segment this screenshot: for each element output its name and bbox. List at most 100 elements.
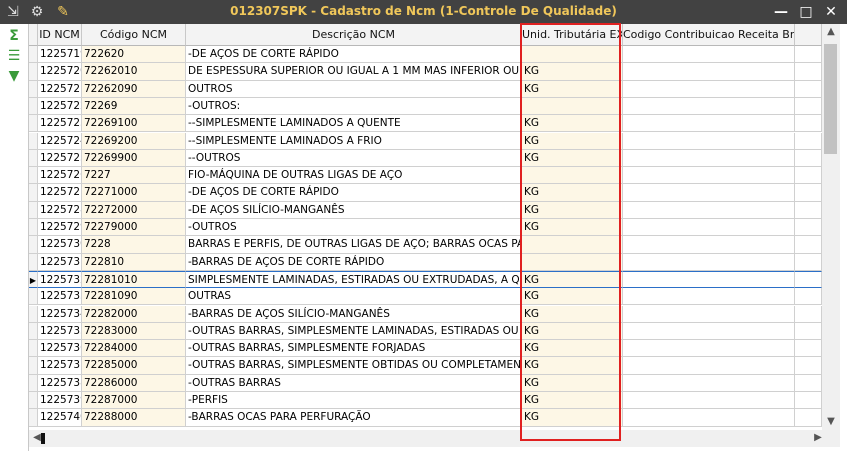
cell-id-ncm[interactable]: 1225735	[38, 322, 82, 341]
row-indicator[interactable]	[29, 322, 38, 341]
table-row[interactable]: 122572772271000-DE AÇOS DE CORTE RÁPIDOK…	[29, 184, 822, 202]
table-row[interactable]: 122572472269200--SIMPLESMENTE LAMINADOS …	[29, 132, 822, 150]
cell-codigo-contribuicao[interactable]	[623, 167, 795, 185]
row-indicator[interactable]	[29, 253, 38, 271]
cell-extra[interactable]	[795, 97, 822, 116]
cell-id-ncm[interactable]: 1225733	[38, 288, 82, 306]
cell-descricao-ncm[interactable]: -OUTRAS BARRAS, SIMPLESMENTE OBTIDAS OU …	[186, 357, 522, 375]
vertical-scroll-thumb[interactable]	[824, 44, 837, 154]
cell-extra[interactable]	[795, 236, 822, 254]
cell-extra[interactable]	[795, 340, 822, 358]
cell-extra[interactable]	[795, 253, 822, 271]
cell-codigo-ncm[interactable]: 72284000	[82, 340, 186, 358]
cell-codigo-ncm[interactable]: 72271000	[82, 184, 186, 202]
cell-codigo-ncm[interactable]: 722620	[82, 46, 186, 64]
cell-descricao-ncm[interactable]: -BARRAS DE AÇOS DE CORTE RÁPIDO	[186, 253, 522, 271]
cell-id-ncm[interactable]: 1225730	[38, 236, 82, 254]
cell-extra[interactable]	[795, 409, 822, 427]
cell-codigo-ncm[interactable]: 72282000	[82, 305, 186, 323]
row-indicator[interactable]	[29, 236, 38, 254]
ncm-grid[interactable]: ID NCM Código NCM Descrição NCM Unid. Tr…	[29, 24, 822, 430]
cell-descricao-ncm[interactable]: -BARRAS OCAS PARA PERFURAÇÃO	[186, 409, 522, 427]
table-row[interactable]: 122572572269900--OUTROSKG	[29, 149, 822, 168]
cell-unid-tributaria[interactable]: KG	[522, 80, 623, 98]
cell-descricao-ncm[interactable]: -OUTROS	[186, 219, 522, 237]
row-indicator[interactable]	[29, 132, 38, 150]
row-indicator[interactable]	[29, 97, 38, 116]
cell-unid-tributaria[interactable]: KG	[522, 184, 623, 202]
row-indicator[interactable]	[29, 80, 38, 98]
cell-id-ncm[interactable]: 1225737	[38, 357, 82, 375]
cell-codigo-ncm[interactable]: 72269200	[82, 132, 186, 150]
scroll-up-icon[interactable]: ▲	[823, 26, 839, 37]
table-row[interactable]: 122573372281090OUTRASKG	[29, 288, 822, 306]
table-row[interactable]: 122573872286000-OUTRAS BARRASKG	[29, 374, 822, 392]
table-row[interactable]: 12257307228BARRAS E PERFIS, DE OUTRAS LI…	[29, 236, 822, 254]
cell-extra[interactable]	[795, 201, 822, 219]
table-row[interactable]: 122572172262090OUTROSKG	[29, 80, 822, 98]
row-indicator[interactable]	[29, 115, 38, 133]
cell-unid-tributaria[interactable]: KG	[522, 392, 623, 410]
table-row[interactable]: 122573572283000-OUTRAS BARRAS, SIMPLESME…	[29, 322, 822, 341]
cell-codigo-ncm[interactable]: 72287000	[82, 392, 186, 410]
cell-unid-tributaria[interactable]: KG	[522, 374, 623, 392]
table-row[interactable]: 122573672284000-OUTRAS BARRAS, SIMPLESME…	[29, 340, 822, 358]
cell-descricao-ncm[interactable]: -OUTRAS BARRAS	[186, 374, 522, 392]
cell-extra[interactable]	[795, 288, 822, 306]
cell-codigo-contribuicao[interactable]	[623, 340, 795, 358]
table-row[interactable]: 122572072262010DE ESPESSURA SUPERIOR OU …	[29, 63, 822, 81]
vertical-scrollbar[interactable]: ▲ ▼	[822, 24, 840, 430]
cell-descricao-ncm[interactable]: -BARRAS DE AÇOS SILÍCIO-MANGANÊS	[186, 305, 522, 323]
cell-descricao-ncm[interactable]: -DE AÇOS DE CORTE RÁPIDO	[186, 184, 522, 202]
cell-codigo-ncm[interactable]: 72285000	[82, 357, 186, 375]
cell-id-ncm[interactable]: 1225731	[38, 253, 82, 271]
cell-unid-tributaria[interactable]	[522, 236, 623, 254]
table-row[interactable]: 1225731722810-BARRAS DE AÇOS DE CORTE RÁ…	[29, 253, 822, 271]
row-indicator[interactable]	[29, 288, 38, 306]
cell-unid-tributaria[interactable]: KG	[522, 322, 623, 341]
cell-unid-tributaria[interactable]: KG	[522, 149, 623, 168]
cell-unid-tributaria[interactable]: KG	[522, 115, 623, 133]
table-row[interactable]: 122573772285000-OUTRAS BARRAS, SIMPLESME…	[29, 357, 822, 375]
cell-unid-tributaria[interactable]: KG	[522, 270, 623, 289]
cell-extra[interactable]	[795, 184, 822, 202]
row-indicator[interactable]	[29, 167, 38, 185]
row-indicator[interactable]	[29, 374, 38, 392]
cell-codigo-ncm[interactable]: 72283000	[82, 322, 186, 341]
row-indicator[interactable]	[29, 219, 38, 237]
cell-extra[interactable]	[795, 305, 822, 323]
cell-codigo-contribuicao[interactable]	[623, 288, 795, 306]
horizontal-scroll-thumb[interactable]	[41, 433, 45, 444]
cell-codigo-ncm[interactable]: 72272000	[82, 201, 186, 219]
cell-descricao-ncm[interactable]: -DE AÇOS DE CORTE RÁPIDO	[186, 46, 522, 64]
cell-extra[interactable]	[795, 357, 822, 375]
cell-descricao-ncm[interactable]: -PERFIS	[186, 392, 522, 410]
cell-extra[interactable]	[795, 219, 822, 237]
horizontal-scrollbar[interactable]: ◀ ▶	[29, 430, 840, 447]
row-indicator[interactable]	[29, 184, 38, 202]
cell-descricao-ncm[interactable]: FIO-MÁQUINA DE OUTRAS LIGAS DE AÇO	[186, 167, 522, 185]
column-header-codigo-ncm[interactable]: Código NCM	[82, 24, 186, 46]
cell-extra[interactable]	[795, 80, 822, 98]
cell-descricao-ncm[interactable]: -OUTROS:	[186, 97, 522, 116]
columns-icon[interactable]: ☰	[6, 48, 22, 64]
cell-unid-tributaria[interactable]	[522, 253, 623, 271]
cell-descricao-ncm[interactable]: -OUTRAS BARRAS, SIMPLESMENTE FORJADAS	[186, 340, 522, 358]
cell-codigo-ncm[interactable]: 72281090	[82, 288, 186, 306]
row-indicator[interactable]	[29, 392, 38, 410]
row-indicator[interactable]	[29, 149, 38, 168]
cell-id-ncm[interactable]: 1225719	[38, 46, 82, 64]
table-row[interactable]: 12257267227FIO-MÁQUINA DE OUTRAS LIGAS D…	[29, 167, 822, 185]
column-header-codigo-contribuicao[interactable]: Codigo Contribuicao Receita Bruta	[623, 24, 795, 46]
cell-descricao-ncm[interactable]: OUTRAS	[186, 288, 522, 306]
cell-codigo-contribuicao[interactable]	[623, 357, 795, 375]
cell-id-ncm[interactable]: 1225739	[38, 392, 82, 410]
cell-codigo-ncm[interactable]: 722810	[82, 253, 186, 271]
cell-codigo-contribuicao[interactable]	[623, 322, 795, 341]
cell-extra[interactable]	[795, 322, 822, 341]
table-row[interactable]: 122572272269-OUTROS:	[29, 97, 822, 116]
cell-id-ncm[interactable]: 1225727	[38, 184, 82, 202]
current-row-indicator-icon[interactable]: ▶	[29, 270, 38, 289]
cell-id-ncm[interactable]: 1225723	[38, 115, 82, 133]
cell-unid-tributaria[interactable]: KG	[522, 201, 623, 219]
